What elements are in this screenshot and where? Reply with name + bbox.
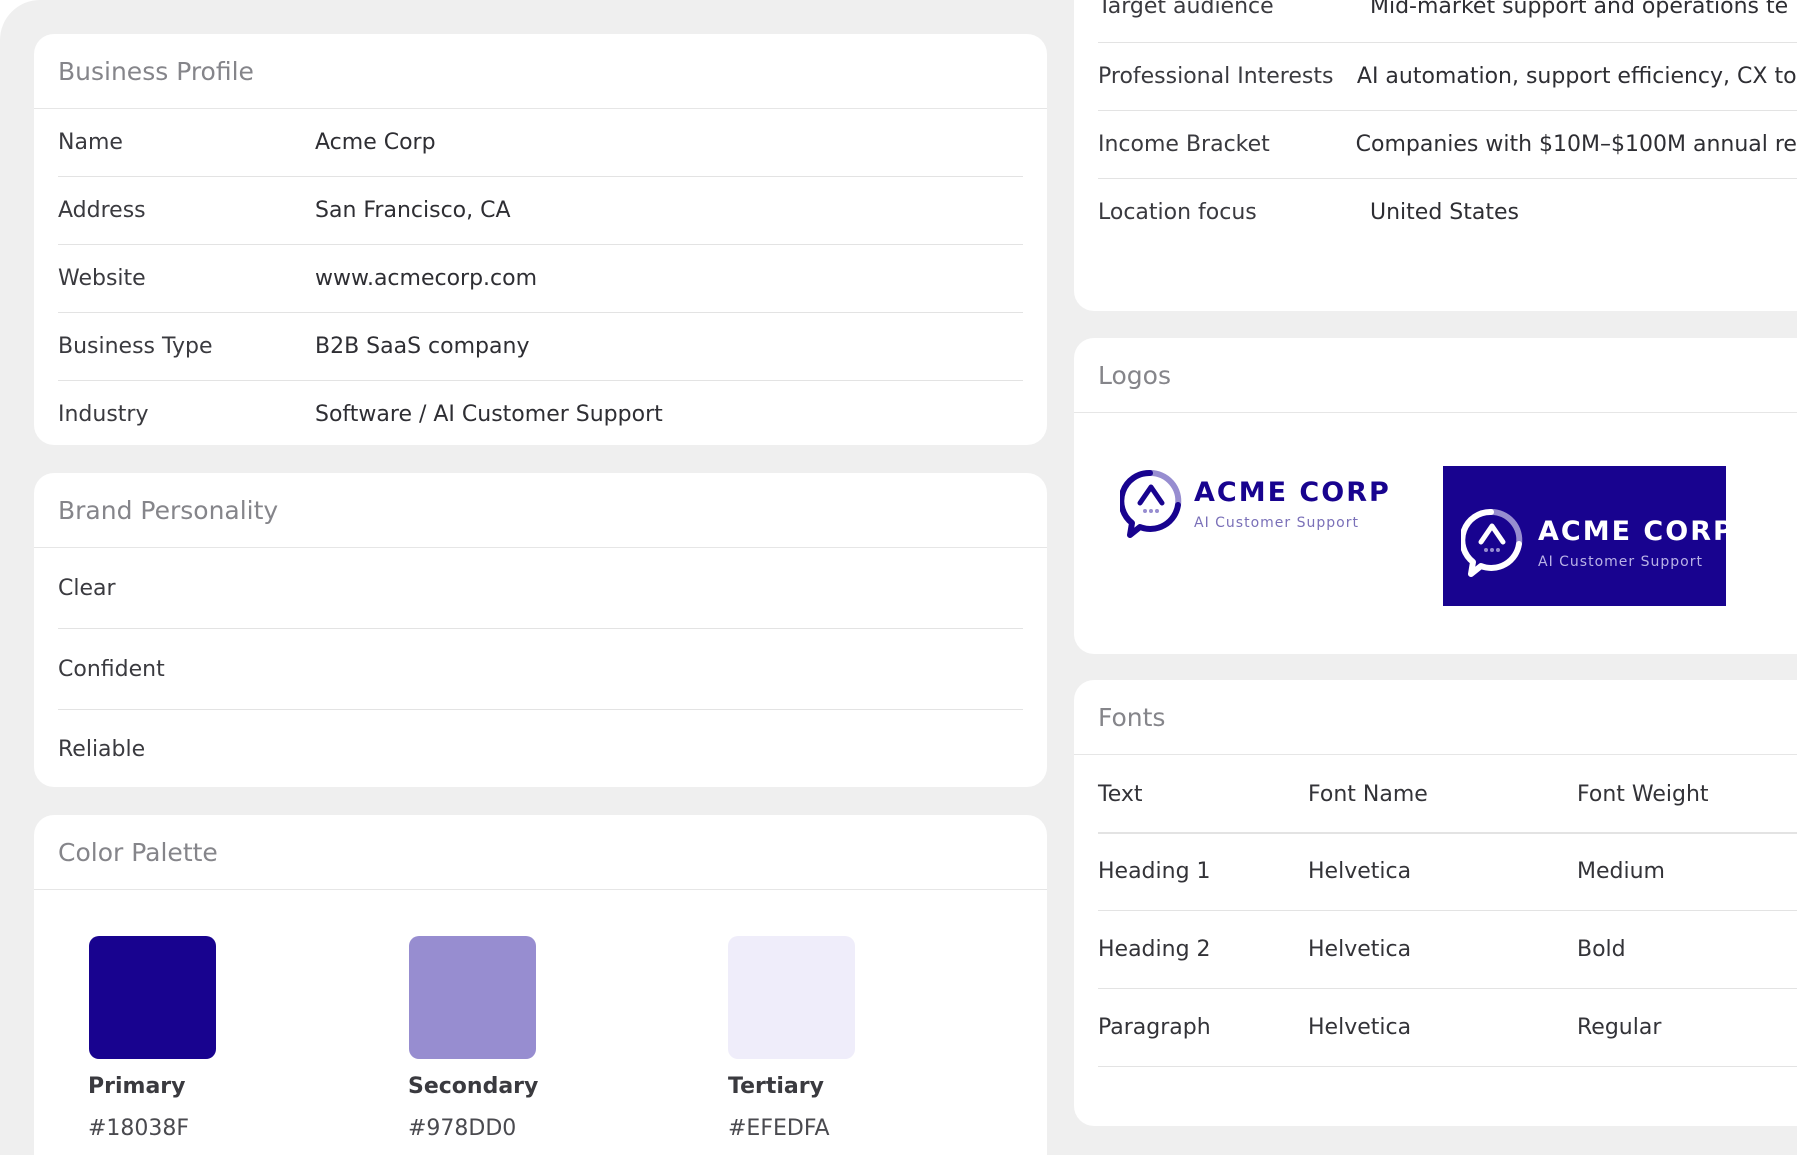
trait-label: Confident [58,656,165,682]
profile-label: Name [58,130,123,155]
swatch-name: Primary [88,1074,186,1099]
audience-label: Professional Interests [1098,64,1334,89]
audience-row-income: Income Bracket Companies with $10M–$100M… [1098,111,1797,179]
audience-label: Target audience [1098,0,1274,19]
profile-row-address: Address San Francisco, CA [58,177,1023,245]
business-profile-title: Business Profile [34,34,1047,109]
brand-personality-title: Brand Personality [34,473,1047,548]
logos-card: Logos ACME CORP AI Customer Support ACME… [1074,338,1797,654]
profile-value: Acme Corp [315,130,436,155]
fonts-header-text: Text [1098,782,1143,807]
font-name-cell: Helvetica [1308,1015,1412,1040]
trait-label: Clear [58,575,116,601]
logo-brand-text: ACME CORP [1194,477,1391,508]
font-name-cell: Helvetica [1308,859,1412,884]
business-profile-card: Business Profile Name Acme Corp Address … [34,34,1047,445]
fonts-row: Heading 1 Helvetica Medium [1098,833,1797,911]
color-palette-card: Color Palette Primary #18038F Secondary … [34,815,1047,1155]
swatch-hex: #18038F [88,1116,190,1141]
profile-label: Address [58,198,146,223]
audience-value: AI automation, support efficiency, CX to… [1356,64,1797,89]
brand-personality-card: Brand Personality Clear Confident Reliab… [34,473,1047,787]
secondary-swatch[interactable] [409,936,536,1059]
logo-dark[interactable]: ACME CORP AI Customer Support [1443,466,1733,606]
font-text-cell: Heading 2 [1098,937,1211,962]
font-text-cell: Paragraph [1098,1015,1211,1040]
logo-brand-text: ACME CORP [1538,516,1735,547]
audience-value: Mid-market support and operations te [1370,0,1789,19]
profile-value[interactable]: www.acmecorp.com [315,266,537,291]
swatch-name: Tertiary [728,1074,824,1099]
audience-card: Target audience Mid-market support and o… [1074,0,1797,311]
audience-label: Income Bracket [1098,132,1270,157]
fonts-card: Fonts Text Font Name Font Weight Heading… [1074,680,1797,1126]
logo-light[interactable]: ACME CORP AI Customer Support [1120,465,1389,545]
audience-value: United States [1370,200,1519,225]
swatch-hex: #EFEDFA [728,1116,830,1141]
audience-value: Companies with $10M–$100M annual rev [1355,132,1797,157]
trait-label: Reliable [58,736,146,762]
color-palette-title: Color Palette [34,815,1047,890]
font-name-cell: Helvetica [1308,937,1412,962]
font-weight-cell: Bold [1577,937,1626,962]
swatch-name: Secondary [408,1074,539,1099]
fonts-header-row: Text Font Name Font Weight [1098,755,1797,834]
profile-value: B2B SaaS company [315,334,530,359]
page-background: Business Profile Name Acme Corp Address … [0,0,1797,1155]
fonts-header-name: Font Name [1308,782,1428,807]
swatch-hex: #978DD0 [408,1116,517,1141]
chat-bubble-logo-icon [1120,469,1182,538]
audience-row-interests: Professional Interests AI automation, su… [1098,43,1797,111]
profile-label: Business Type [58,334,213,359]
tertiary-swatch[interactable] [728,936,855,1059]
primary-swatch[interactable] [89,936,216,1059]
profile-value: Software / AI Customer Support [315,402,663,427]
font-weight-cell: Regular [1577,1015,1662,1040]
fonts-title: Fonts [1074,680,1797,755]
audience-row-location: Location focus United States [1098,179,1797,246]
logo-tagline-text: AI Customer Support [1538,554,1703,570]
profile-label: Industry [58,402,149,427]
audience-label: Location focus [1098,200,1257,225]
audience-row-target: Target audience Mid-market support and o… [1098,0,1797,43]
font-weight-cell: Medium [1577,859,1665,884]
trait-row: Confident [58,629,1023,710]
font-text-cell: Heading 1 [1098,859,1211,884]
fonts-row: Heading 2 Helvetica Bold [1098,911,1797,989]
trait-row: Clear [58,548,1023,629]
fonts-header-weight: Font Weight [1577,782,1709,807]
logo-tagline-text: AI Customer Support [1194,515,1359,531]
profile-value: San Francisco, CA [315,198,511,223]
chat-bubble-logo-icon [1461,508,1523,577]
profile-row-business-type: Business Type B2B SaaS company [58,313,1023,381]
profile-row-industry: Industry Software / AI Customer Support [58,381,1023,445]
profile-row-website: Website www.acmecorp.com [58,245,1023,313]
profile-row-name: Name Acme Corp [58,109,1023,177]
profile-label: Website [58,266,146,291]
trait-row: Reliable [58,710,1023,787]
fonts-row: Paragraph Helvetica Regular [1098,989,1797,1067]
logos-title: Logos [1074,338,1797,413]
